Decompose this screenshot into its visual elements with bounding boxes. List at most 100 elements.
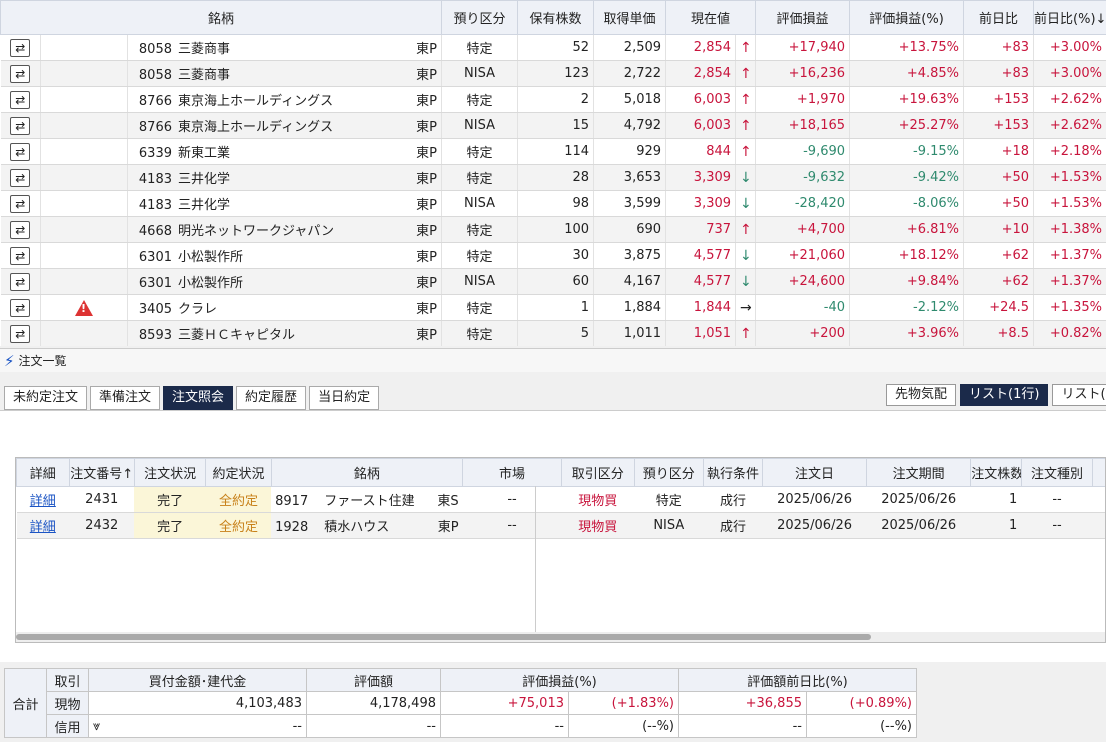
tab-order-inquiry[interactable]: 注文照会 (163, 386, 234, 410)
col-header-exec-cond[interactable]: 執行条件 (703, 458, 763, 487)
issue-cell[interactable]: 4183 三井化学 東P (127, 190, 443, 217)
col-header-name[interactable]: 銘柄 (0, 0, 443, 35)
holding-row[interactable]: ⇄ ! 3405 クラレ 東P 特定 1 1,884 1,844 → -40 -2.… (0, 294, 1106, 321)
issue-cell[interactable]: 4183 三井化学 東P (127, 164, 443, 191)
alert-cell (40, 60, 128, 87)
trend-arrow-icon: ↑ (735, 320, 757, 346)
col-header-order-period[interactable]: 注文期間 (866, 458, 972, 487)
issue-cell[interactable]: 8058 三菱商事 東P (127, 60, 443, 87)
col-header-order-no[interactable]: 注文番号↑ (68, 458, 135, 487)
order-account-type: NISA (634, 512, 704, 539)
issue-cell[interactable]: 8058 三菱商事 東P (127, 34, 443, 61)
current-price: 2,854 (665, 60, 737, 87)
col-header-trade-type[interactable]: 取引区分 (561, 458, 635, 487)
col-header-exec-status[interactable]: 約定状況 (205, 458, 272, 487)
issue-name: 三菱商事 (178, 68, 231, 83)
swap-arrows-icon[interactable]: ⇄ (10, 142, 31, 161)
col-header-account[interactable]: 預り区分 (441, 0, 519, 35)
double-chevron-down-icon[interactable]: ⩔ (93, 719, 100, 734)
issue-cell[interactable]: 6339 新東工業 東P (127, 138, 443, 165)
swap-arrows-icon[interactable]: ⇄ (10, 90, 31, 109)
holding-row[interactable]: ⇄ 4668 明光ネットワークジャパン 東P 特定 100 690 737 ↑ +4… (0, 216, 1106, 243)
swap-arrows-icon[interactable]: ⇄ (10, 272, 31, 291)
col-header-detail[interactable]: 詳細 (16, 458, 70, 487)
profit-loss-pct: -8.06% (849, 190, 965, 217)
alert-cell (40, 268, 128, 295)
col-header-order-kind[interactable]: 注文種別 (1020, 458, 1094, 487)
holding-row[interactable]: ⇄ 8766 東京海上ホールディングス 東P 特定 2 5,018 6,003 ↑ … (0, 86, 1106, 113)
list-one-row-button[interactable]: リスト(1行) (960, 384, 1049, 406)
issue-cell[interactable]: 8766 東京海上ホールディングス 東P (127, 112, 443, 139)
tab-today-executions[interactable]: 当日約定 (309, 386, 380, 410)
col-header-chgpct[interactable]: 前日比(%)↓ (1033, 0, 1106, 35)
day-change-pct: +2.62% (1033, 86, 1106, 113)
detail-link[interactable]: 詳細 (30, 494, 56, 509)
profit-loss: +200 (755, 320, 851, 346)
warning-triangle-icon[interactable]: ! (75, 299, 93, 316)
issue-cell[interactable]: 6301 小松製作所 東P (127, 268, 443, 295)
holding-row[interactable]: ⇄ 6339 新東工業 東P 特定 114 929 844 ↑ -9,690 -9.… (0, 138, 1106, 165)
shares: 52 (517, 34, 595, 61)
account-type: 特定 (441, 242, 519, 269)
col-header-order-qty[interactable]: 注文株数 (970, 458, 1022, 487)
col-header-venue[interactable]: 市場 (462, 458, 562, 487)
holding-row[interactable]: ⇄ 8058 三菱商事 東P 特定 52 2,509 2,854 ↑ +17,940… (0, 34, 1106, 61)
col-header-order-date[interactable]: 注文日 (761, 458, 868, 487)
swap-arrows-icon[interactable]: ⇄ (10, 168, 31, 187)
order-row[interactable]: 詳細 2432 完了 全約定 1928 積水ハウス 東P -- 現物買 NISA 成… (16, 512, 1105, 539)
col-header-cost[interactable]: 取得単価 (593, 0, 667, 35)
cost-price: 3,653 (593, 164, 667, 191)
detail-link[interactable]: 詳細 (30, 520, 56, 535)
order-row[interactable]: 詳細 2431 完了 全約定 8917 ファースト住建 東S -- 現物買 特定 成… (16, 486, 1105, 513)
swap-arrows-icon[interactable]: ⇄ (10, 116, 31, 135)
issue-cell[interactable]: 8766 東京海上ホールディングス 東P (127, 86, 443, 113)
alert-cell (40, 34, 128, 61)
swap-arrows-icon[interactable]: ⇄ (10, 38, 31, 57)
trade-action-cell: ⇄ (0, 34, 41, 61)
tab-prepared-orders[interactable]: 準備注文 (90, 386, 161, 410)
account-type: NISA (441, 112, 519, 139)
holding-row[interactable]: ⇄ 8058 三菱商事 東P NISA 123 2,722 2,854 ↑ +16,… (0, 60, 1106, 87)
issue-code: 8593 (138, 328, 172, 343)
col-header-term[interactable]: 期間 (1092, 458, 1105, 487)
col-header-pl[interactable]: 評価損益 (755, 0, 851, 35)
holding-row[interactable]: ⇄ 8766 東京海上ホールディングス 東P NISA 15 4,792 6,003… (0, 112, 1106, 139)
scrollbar-thumb[interactable] (16, 634, 871, 640)
holding-row[interactable]: ⇄ 6301 小松製作所 東P NISA 60 4,167 4,577 ↓ +24,… (0, 268, 1106, 295)
holding-row[interactable]: ⇄ 6301 小松製作所 東P 特定 30 3,875 4,577 ↓ +21,06… (0, 242, 1106, 269)
summary-margin-pl: -- (440, 714, 569, 738)
order-period: 2025/06/26 (866, 486, 971, 513)
issue-cell[interactable]: 6301 小松製作所 東P (127, 242, 443, 269)
col-header-plpct[interactable]: 評価損益(%) (849, 0, 965, 35)
tab-unfilled-orders[interactable]: 未約定注文 (4, 386, 88, 410)
swap-arrows-icon[interactable]: ⇄ (10, 324, 31, 343)
col-header-issue[interactable]: 銘柄 (270, 458, 464, 487)
current-price: 737 (665, 216, 737, 243)
col-header-shares[interactable]: 保有株数 (517, 0, 595, 35)
swap-arrows-icon[interactable]: ⇄ (10, 64, 31, 83)
holding-row[interactable]: ⇄ 4183 三井化学 東P 特定 28 3,653 3,309 ↓ -9,632 … (0, 164, 1106, 191)
swap-arrows-icon[interactable]: ⇄ (10, 220, 31, 239)
col-header-price[interactable]: 現在値 (665, 0, 757, 35)
futures-quote-button[interactable]: 先物気配 (886, 384, 957, 406)
swap-arrows-icon[interactable]: ⇄ (10, 246, 31, 265)
col-header-chg[interactable]: 前日比 (963, 0, 1035, 35)
issue-cell[interactable]: 8593 三菱ＨＣキャピタル 東P (127, 320, 443, 346)
issue-market: 東P (416, 42, 438, 57)
col-header-order-status[interactable]: 注文状況 (133, 458, 207, 487)
col-header-account-type[interactable]: 預り区分 (633, 458, 705, 487)
issue-cell[interactable]: 3405 クラレ 東P (127, 294, 443, 321)
current-price: 6,003 (665, 86, 737, 113)
day-change: +50 (963, 164, 1035, 191)
tab-execution-history[interactable]: 約定履歴 (236, 386, 307, 410)
swap-arrows-icon[interactable]: ⇄ (10, 194, 31, 213)
profit-loss: -40 (755, 294, 851, 321)
list-two-row-button[interactable]: リスト(2 (1052, 384, 1106, 406)
swap-arrows-icon[interactable]: ⇄ (10, 298, 31, 317)
holding-row[interactable]: ⇄ 8593 三菱ＨＣキャピタル 東P 特定 5 1,011 1,051 ↑ +20… (0, 320, 1106, 346)
shares: 1 (517, 294, 595, 321)
holding-row[interactable]: ⇄ 4183 三井化学 東P NISA 98 3,599 3,309 ↓ -28,4… (0, 190, 1106, 217)
horizontal-scrollbar[interactable] (16, 632, 1105, 642)
cost-price: 3,875 (593, 242, 667, 269)
issue-cell[interactable]: 4668 明光ネットワークジャパン 東P (127, 216, 443, 243)
